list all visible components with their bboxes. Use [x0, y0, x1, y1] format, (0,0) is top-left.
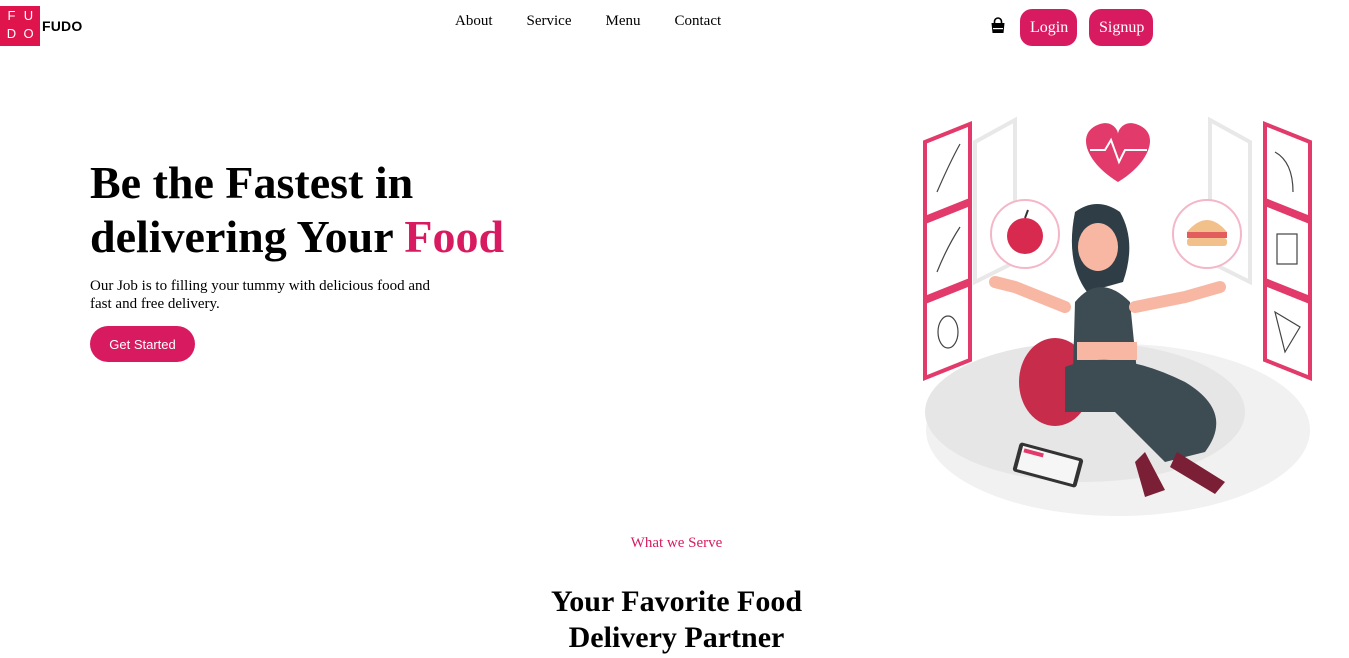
logo-letter: D — [6, 26, 17, 41]
logo-mark: F U D O — [0, 6, 40, 46]
hero-title-line2: delivering Your — [90, 211, 405, 262]
logo-letter: F — [7, 8, 16, 23]
signup-button[interactable]: Signup — [1089, 9, 1153, 46]
brand-name: FUDO — [42, 18, 83, 34]
hero-title-accent: Food — [404, 211, 505, 262]
logo-letter: O — [23, 26, 34, 41]
site-header: F U D O FUDO About Service Menu Contact … — [0, 0, 1349, 52]
section-tag: What we Serve — [630, 535, 723, 551]
hero-illustration — [915, 112, 1320, 517]
nav-link-contact[interactable]: Contact — [674, 13, 721, 30]
main-nav: About Service Menu Contact — [455, 13, 721, 30]
login-button[interactable]: Login — [1020, 9, 1077, 46]
shopping-bag-icon[interactable] — [989, 17, 1007, 35]
hero-title: Be the Fastest in delivering Your Food — [90, 156, 504, 264]
hero-title-line1: Be the Fastest in — [90, 157, 414, 208]
nav-link-service[interactable]: Service — [527, 13, 572, 30]
section-title-line1: Your Favorite Food — [550, 585, 803, 618]
nav-link-about[interactable]: About — [455, 13, 493, 30]
section-title-line2: Delivery Partner — [568, 621, 785, 654]
logo-letter: U — [23, 8, 34, 23]
brand-logo[interactable]: F U D O FUDO — [0, 6, 82, 46]
nav-link-menu[interactable]: Menu — [605, 13, 640, 30]
section-title: Your Favorite Food Delivery Partner — [0, 584, 1349, 656]
hero-subtitle: Our Job is to filling your tummy with de… — [90, 278, 430, 312]
get-started-button[interactable]: Get Started — [90, 326, 195, 362]
